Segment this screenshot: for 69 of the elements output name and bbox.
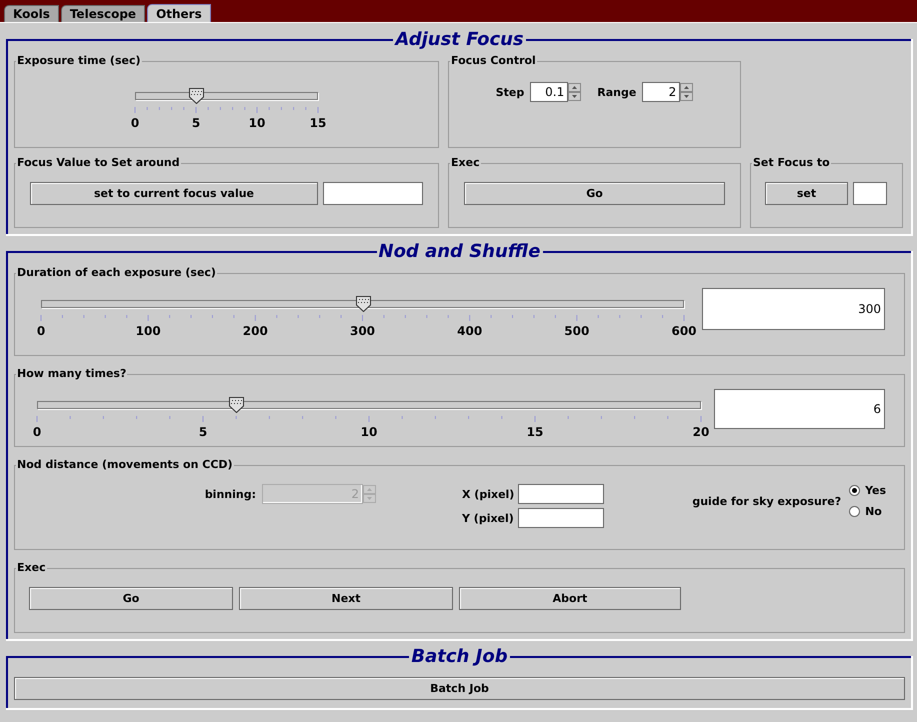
group-title: Focus Control [450,54,537,68]
group-title: Focus Value to Set around [16,156,181,170]
slider-thumb[interactable] [229,397,244,413]
section-title: Batch Job [410,647,509,667]
spin-down-button[interactable] [680,92,694,101]
tick-label: 400 [457,324,482,338]
field-label: binning: [204,488,256,500]
set-current-button[interactable]: set to current focus value [30,182,318,205]
tick-label: 0 [32,425,42,439]
group-title: How many times? [16,367,128,381]
go-button[interactable]: Go [464,182,725,205]
text-field[interactable]: 300 [702,288,885,330]
tick-label: 100 [136,324,161,338]
text-field[interactable] [323,182,423,205]
text-field[interactable]: 6 [714,389,885,429]
tick-label: 200 [242,324,268,338]
text-field[interactable] [518,508,604,528]
tick-label: 10 [360,425,378,439]
field-label: Range [597,86,636,98]
spin-down-button[interactable] [568,92,582,101]
caret-down-icon [572,95,578,98]
set-button[interactable]: set [765,182,848,205]
tick-label: 0 [130,116,140,130]
tick-label: 10 [248,116,266,130]
section-title: Adjust Focus [393,30,525,50]
group-title: Nod distance (movements on CCD) [16,458,234,472]
slider-thumb[interactable] [188,88,204,104]
field-label: Step [496,86,524,98]
tick-label: 0 [36,324,46,338]
group-title: Duration of each exposure (sec) [16,266,217,280]
field-label: X (pixel) [462,488,514,500]
caret-up-icon [367,488,372,491]
group-title: Exec [16,561,47,575]
tab[interactable]: Kools [4,5,59,22]
action-button[interactable]: Go [29,587,233,610]
tick-label: 5 [198,425,208,439]
radio-button[interactable] [849,485,860,496]
radio-label: No [865,505,882,518]
slider-thumb[interactable] [356,296,370,312]
field-label: Y (pixel) [462,512,514,524]
tick-label: 600 [671,324,697,338]
caret-up-icon [684,86,690,89]
radio-button[interactable] [849,506,860,517]
tick-label: 300 [350,324,376,338]
tab[interactable]: Others [147,4,211,22]
tick-label: 500 [564,324,590,338]
spin-up-button[interactable] [680,83,694,92]
group-title: Exposure time (sec) [16,54,142,68]
group-title: Exec [450,156,481,170]
section-title: Nod and Shuffle [378,242,542,262]
question-label: guide for sky exposure? [692,494,842,508]
number-field[interactable]: 0.1 [530,82,568,102]
caret-up-icon [572,86,578,89]
text-field[interactable] [518,484,604,504]
action-button[interactable]: Next [239,587,453,610]
batch-job-button[interactable]: Batch Job [14,677,905,700]
number-field[interactable]: 2 [642,82,680,102]
tab[interactable]: Telescope [60,5,146,22]
tick-label: 15 [310,116,326,130]
caret-down-icon [367,497,372,500]
group-title: Set Focus to [752,156,831,170]
tick-label: 15 [526,425,544,439]
tick-label: 20 [692,425,710,439]
caret-down-icon [684,95,690,98]
text-field[interactable] [853,182,887,205]
radio-label: Yes [865,484,886,497]
tick-label: 5 [192,116,200,130]
action-button[interactable]: Abort [459,587,681,610]
spin-up-button[interactable] [568,83,582,92]
